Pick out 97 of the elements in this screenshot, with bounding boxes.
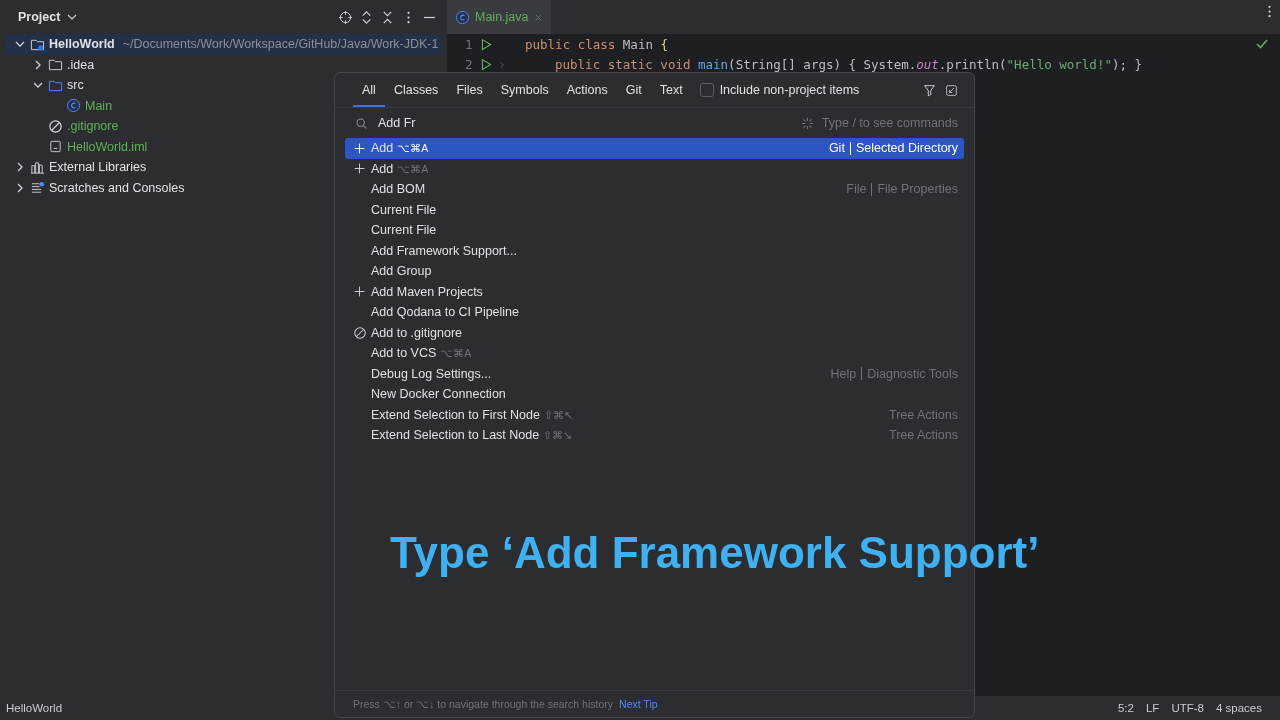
scratch-icon: [30, 180, 45, 196]
tree-item-label: Main: [85, 98, 113, 113]
result-item[interactable]: Debug Log Settings... Help Diagnostic Tools: [345, 363, 964, 384]
status-item[interactable]: 4 spaces: [1209, 702, 1268, 714]
prohibited-icon: [353, 325, 367, 340]
spinner-icon: [800, 116, 814, 130]
shortcut-text: ⇧⌘↖: [543, 408, 573, 421]
tree-item-label: src: [67, 78, 84, 93]
search-tab[interactable]: Symbols: [491, 73, 558, 107]
result-item[interactable]: Add Framework Support...: [345, 240, 964, 261]
tree-item[interactable]: HelloWorld ~/Documents/Work/Workspace/GitHub/Java/Work-JDK-1: [6, 34, 441, 55]
search-tab[interactable]: Files: [447, 73, 492, 107]
result-item[interactable]: Extend Selection to Last Node ⇧⌘↘ Tree Actions: [345, 425, 964, 446]
result-label: Add: [371, 141, 394, 156]
status-item[interactable]: LF: [1139, 702, 1166, 714]
result-item[interactable]: Current File: [345, 220, 964, 241]
result-label: Add Framework Support...: [371, 243, 517, 258]
tree-item-label: External Libraries: [49, 160, 147, 175]
result-category: Selected Directory: [855, 141, 958, 156]
plus-icon: [353, 285, 366, 299]
result-item[interactable]: Add Qodana to CI Pipeline: [345, 302, 964, 323]
result-category: Diagnostic Tools: [867, 366, 958, 381]
result-item[interactable]: Current File: [345, 199, 964, 220]
search-hint: Type / to see commands: [821, 116, 958, 130]
result-category: File Properties: [877, 182, 958, 197]
status-item[interactable]: 5:2: [1111, 702, 1140, 714]
file-icon: [48, 139, 63, 155]
search-tab[interactable]: Git: [616, 73, 651, 107]
search-field[interactable]: Add Fr: [376, 115, 793, 131]
class-icon: [66, 98, 81, 114]
status-item[interactable]: UTF-8: [1165, 702, 1210, 714]
result-category: Tree Actions: [889, 407, 958, 422]
run-icon[interactable]: [480, 37, 493, 51]
line-number: 1: [465, 36, 474, 52]
result-item[interactable]: Add to VCS ⌥⌘A: [345, 343, 964, 364]
result-label: Debug Log Settings...: [371, 366, 492, 381]
result-item[interactable]: New Docker Connection: [345, 384, 964, 405]
library-icon: [30, 159, 45, 175]
shortcut-text: ⇧⌘↘: [543, 429, 573, 442]
tree-item-label: HelloWorld: [49, 37, 115, 52]
shortcut-text: ⌥⌘A: [397, 142, 429, 155]
plus-icon: [353, 141, 366, 155]
tree-item[interactable]: .idea: [6, 54, 441, 75]
prohibited-icon: [48, 118, 63, 134]
check-icon: [1256, 38, 1268, 50]
checkbox[interactable]: [699, 83, 714, 97]
tree-item-label: HelloWorld.iml: [67, 139, 148, 154]
tree-item-label: Scratches and Consoles: [49, 180, 185, 195]
result-label: Add: [371, 161, 394, 176]
result-category: Tree Actions: [889, 428, 958, 443]
result-item[interactable]: Add BOM File File Properties: [345, 179, 964, 200]
result-label: Extend Selection to First Node: [371, 407, 540, 422]
editor-tab[interactable]: Main.java: [447, 0, 551, 34]
code-line: public class Main {: [525, 36, 668, 52]
crosshair-icon[interactable]: [338, 9, 353, 25]
run-icon[interactable]: [480, 58, 493, 72]
plus-icon: [353, 162, 366, 176]
tree-item-label: .gitignore: [67, 119, 119, 134]
result-item[interactable]: Add ⌥⌘A Git Selected Directory: [345, 138, 964, 159]
result-label: Current File: [371, 223, 437, 238]
result-label: Add Maven Projects: [371, 284, 483, 299]
shortcut-text: ⌥⌘A: [397, 162, 429, 175]
result-item[interactable]: Add Group: [345, 261, 964, 282]
result-item[interactable]: Add Maven Projects: [345, 281, 964, 302]
search-icon: [355, 116, 368, 130]
folder-icon: [48, 57, 63, 73]
result-item[interactable]: Add to .gitignore: [345, 322, 964, 343]
result-label: New Docker Connection: [371, 387, 506, 402]
result-label: Extend Selection to Last Node: [371, 428, 540, 443]
filter-icon[interactable]: [922, 83, 936, 97]
code-line: public static void main(String[] args) { System.out.println("Hello world!"); }: [555, 57, 1143, 73]
project-path: ~/Documents/Work/Workspace/GitHub/Java/Work-JDK-1: [122, 37, 439, 52]
result-category: Git: [828, 141, 845, 156]
result-category: Help: [830, 366, 857, 381]
line-number: 2: [465, 57, 474, 73]
collapse-icon[interactable]: [380, 9, 395, 25]
pin-window-icon[interactable]: [944, 83, 958, 97]
search-tab[interactable]: Text: [650, 73, 692, 107]
next-tip-link[interactable]: Next Tip: [619, 698, 658, 710]
result-category: File: [846, 182, 867, 197]
panel-title[interactable]: Project: [18, 10, 61, 24]
result-item[interactable]: Add ⌥⌘A: [345, 158, 964, 179]
project-name[interactable]: HelloWorld: [0, 702, 69, 714]
shortcut-text: ⌥⌘A: [440, 347, 472, 360]
search-tab[interactable]: Actions: [557, 73, 617, 107]
class-icon: [455, 9, 470, 25]
checkbox-label: Include non-project items: [719, 83, 860, 97]
result-label: Add to VCS: [371, 346, 437, 361]
result-label: Add Qodana to CI Pipeline: [371, 305, 520, 320]
tree-item-label: .idea: [67, 57, 95, 72]
footer-hint: Press ⌥↑ or ⌥↓ to navigate through the search history: [353, 698, 614, 710]
result-label: Add Group: [371, 264, 432, 279]
caption: Type ‘Add Framework Support’: [390, 528, 1040, 578]
result-label: Add to .gitignore: [371, 325, 463, 340]
result-label: Current File: [371, 202, 437, 217]
result-item[interactable]: Extend Selection to First Node ⇧⌘↖ Tree Actions: [345, 404, 964, 425]
result-label: Add BOM: [371, 182, 426, 197]
